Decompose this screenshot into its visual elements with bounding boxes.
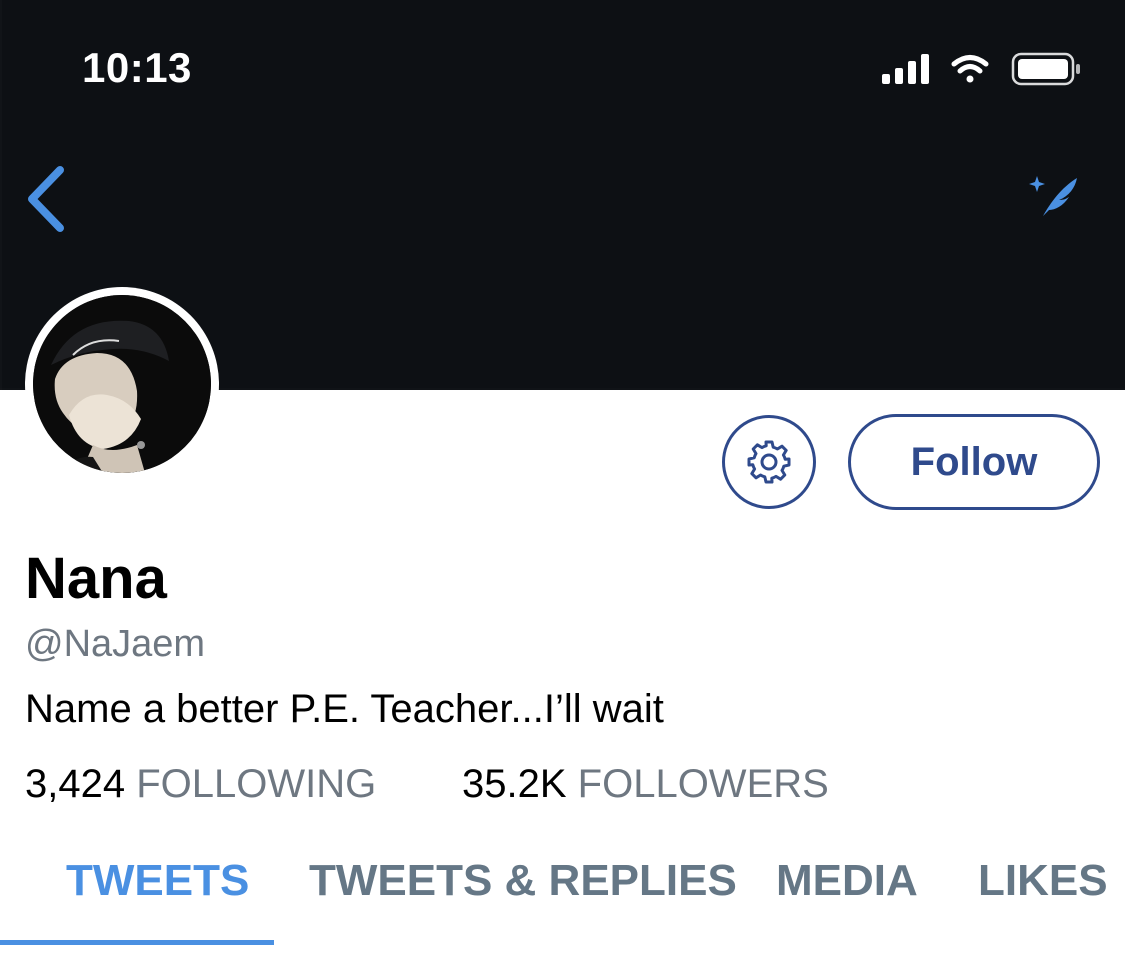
status-time: 10:13 — [82, 44, 192, 91]
avatar[interactable] — [25, 287, 219, 481]
battery-icon — [1011, 52, 1080, 86]
tab-tweets-and-replies[interactable]: TWEETS & REPLIES — [309, 856, 737, 906]
back-chevron-icon[interactable] — [22, 162, 74, 236]
avatar-image — [33, 295, 211, 473]
status-icons — [882, 52, 1080, 86]
profile-bio: Name a better P.E. Teacher...I’ll wait — [25, 687, 664, 731]
followers-count: 35.2K — [462, 762, 567, 806]
tab-media[interactable]: MEDIA — [776, 856, 918, 906]
followers-stat[interactable]: 35.2K FOLLOWERS — [462, 762, 829, 807]
profile-tabs: TWEETS TWEETS & REPLIES MEDIA LIKES — [0, 850, 1125, 968]
gear-icon — [747, 440, 791, 484]
tab-likes[interactable]: LIKES — [978, 856, 1108, 906]
user-handle: @NaJaem — [25, 623, 206, 665]
followers-label: FOLLOWERS — [577, 762, 829, 806]
follow-button[interactable]: Follow — [848, 414, 1100, 510]
following-stat[interactable]: 3,424 FOLLOWING — [25, 762, 376, 807]
settings-button[interactable] — [722, 415, 816, 509]
tab-tweets[interactable]: TWEETS — [66, 856, 249, 906]
cellular-signal-icon — [882, 54, 929, 84]
active-tab-indicator — [0, 940, 274, 945]
following-label: FOLLOWING — [136, 762, 377, 806]
display-name: Nana — [25, 546, 167, 611]
following-count: 3,424 — [25, 762, 126, 806]
avatar-photo — [33, 295, 211, 473]
sparkle-feather-icon[interactable] — [1025, 168, 1083, 222]
wifi-icon — [951, 55, 989, 83]
